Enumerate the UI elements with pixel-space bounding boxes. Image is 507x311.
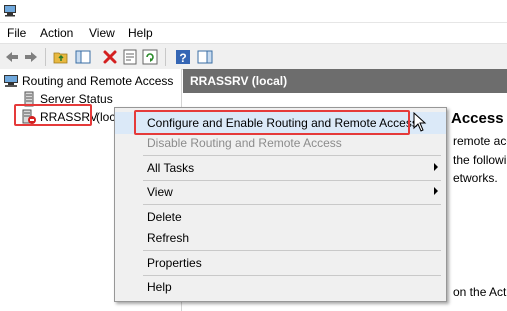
menu-help[interactable]: Help — [128, 26, 153, 40]
menu-item-delete[interactable]: Delete — [115, 206, 446, 228]
forward-icon[interactable] — [22, 48, 40, 66]
menu-item-label: Properties — [147, 256, 202, 270]
details-pane-title: RRASSRV (local) — [190, 74, 288, 88]
rras-icon — [4, 75, 18, 87]
back-icon[interactable] — [3, 48, 21, 66]
welcome-text-line: on the Act — [453, 285, 507, 299]
toolbar-separator — [165, 48, 166, 66]
menu-item-properties[interactable]: Properties — [115, 252, 446, 274]
menu-item-label: View — [147, 185, 173, 199]
menu-action[interactable]: Action — [40, 26, 73, 40]
menu-item-view[interactable]: View — [115, 181, 446, 203]
toolbar: ? — [0, 43, 507, 70]
menu-item-label: All Tasks — [147, 161, 195, 175]
menu-item-label: Help — [147, 280, 172, 294]
delete-icon[interactable] — [101, 48, 119, 66]
up-folder-icon[interactable] — [52, 48, 70, 66]
rrassrv-highlight-box — [14, 104, 92, 126]
submenu-arrow-icon — [434, 163, 438, 171]
app-icon — [4, 5, 16, 17]
configure-highlight-box — [134, 110, 410, 135]
menu-item-label: Disable Routing and Remote Access — [147, 136, 342, 150]
menu-separator — [143, 155, 441, 156]
menu-view[interactable]: View — [89, 26, 115, 40]
welcome-heading: Access — [451, 110, 504, 127]
submenu-arrow-icon — [434, 187, 438, 195]
menu-item-label: Delete — [147, 210, 182, 224]
window-titlebar — [0, 0, 507, 23]
details-pane-header: RRASSRV (local) — [183, 69, 507, 93]
menu-item-all-tasks[interactable]: All Tasks — [115, 157, 446, 179]
menu-item-refresh[interactable]: Refresh — [115, 227, 446, 249]
welcome-text-line: the followin — [453, 153, 507, 167]
help-icon[interactable]: ? — [174, 48, 192, 66]
welcome-text-line: etworks. — [453, 171, 498, 185]
show-hide-console-tree-icon[interactable] — [74, 48, 92, 66]
mouse-pointer-icon — [413, 112, 427, 132]
svg-text:?: ? — [179, 51, 186, 65]
menu-bar: File Action View Help — [0, 23, 507, 43]
refresh-icon[interactable] — [141, 48, 159, 66]
menu-item-label: Refresh — [147, 231, 190, 245]
menu-item-help[interactable]: Help — [115, 276, 446, 298]
toolbar-separator — [45, 48, 46, 66]
welcome-text-line: remote acc — [453, 134, 507, 148]
properties-icon[interactable] — [121, 48, 139, 66]
tree-item-root[interactable]: Routing and Remote Access — [0, 72, 181, 90]
tree-label-root: Routing and Remote Access — [22, 74, 174, 88]
menu-file[interactable]: File — [7, 26, 26, 40]
context-menu: Configure and Enable Routing and Remote … — [114, 107, 447, 302]
menu-separator — [143, 250, 441, 251]
show-action-pane-icon[interactable] — [196, 48, 214, 66]
menu-separator — [143, 204, 441, 205]
menu-item-disable: Disable Routing and Remote Access — [115, 132, 446, 154]
